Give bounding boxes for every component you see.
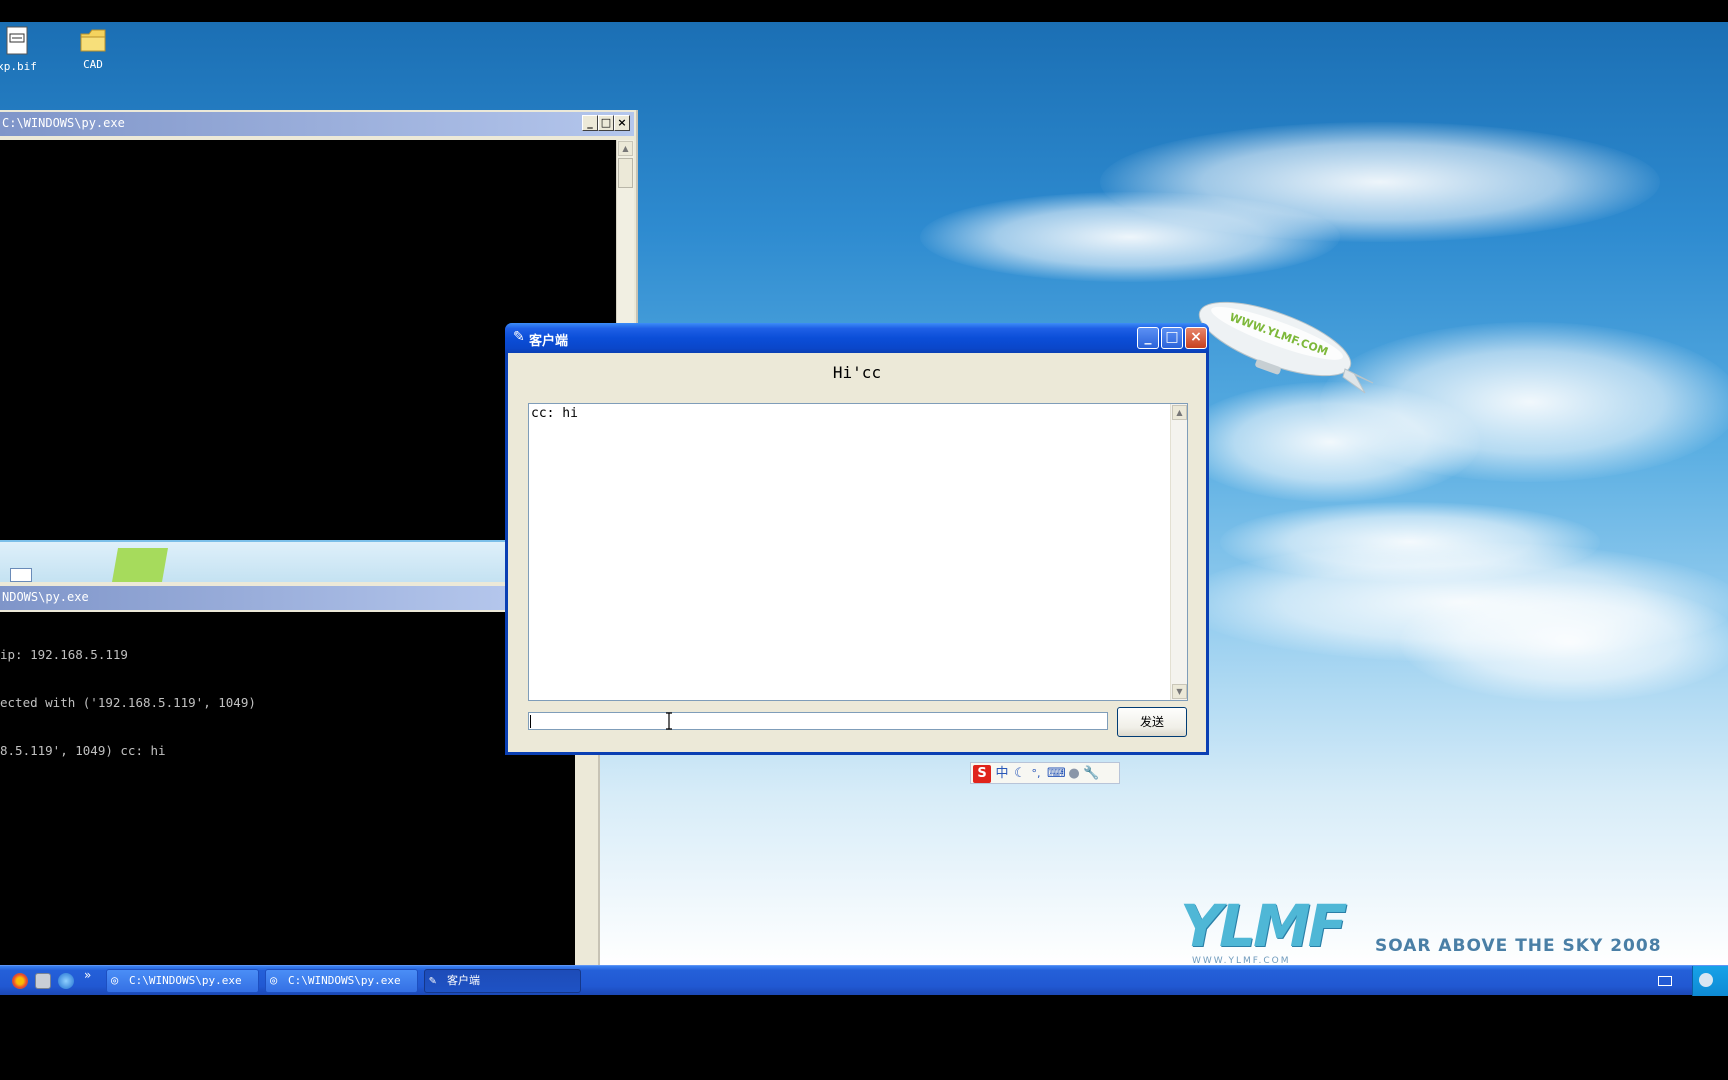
taskbar-button-label: 客户端 <box>447 974 480 987</box>
taskbar-button-py-exe-2[interactable]: ◎ C:\WINDOWS\py.exe <box>265 969 418 993</box>
console-line: ip: 192.168.5.119 <box>0 647 128 662</box>
logo-brand: YLMF <box>1180 892 1347 960</box>
keyboard-icon[interactable]: ⌨ <box>1047 765 1066 783</box>
desktop-icon-cad[interactable]: CAD <box>58 26 128 71</box>
moon-icon[interactable]: ☾ <box>1013 765 1027 783</box>
blimp-image: WWW.YLMF.COM <box>1198 301 1374 394</box>
console-bottom-output[interactable]: ip: 192.168.5.119 ected with ('192.168.5… <box>0 612 575 965</box>
window-icon <box>10 568 32 582</box>
ime-toolbar: S 中 ☾ °, ⌨ ● 🔧 <box>970 762 1120 784</box>
console-bottom-titlebar[interactable]: NDOWS\py.exe <box>0 586 505 610</box>
taskbar-button-label: C:\WINDOWS\py.exe <box>288 974 401 987</box>
taskbar: » ◎ C:\WINDOWS\py.exe ◎ C:\WINDOWS\py.ex… <box>0 965 1728 996</box>
client-title: 客户端 <box>529 334 569 349</box>
client-titlebar[interactable]: ✎ 客户端 _ □ × <box>505 323 1209 353</box>
client-body: Hi'cc cc: hi ▲ ▼ 发送 <box>508 353 1206 752</box>
ime-punct[interactable]: °, <box>1029 765 1043 783</box>
client-window: ✎ 客户端 _ □ × Hi'cc cc: hi ▲ ▼ 发送 <box>505 323 1209 755</box>
console-icon: ◎ <box>270 973 278 987</box>
message-input[interactable] <box>528 712 1108 730</box>
cloud <box>1400 582 1728 702</box>
console-bottom-title: NDOWS\py.exe <box>2 590 89 604</box>
user-icon[interactable]: ● <box>1067 765 1081 783</box>
cloud <box>1180 382 1480 502</box>
maximize-button[interactable]: □ <box>598 115 614 131</box>
ime-mode[interactable]: 中 <box>993 765 1011 783</box>
send-button[interactable]: 发送 <box>1117 707 1187 737</box>
text-cursor-icon <box>666 712 672 730</box>
console-line: ected with ('192.168.5.119', 1049) <box>0 695 256 710</box>
console-icon: ◎ <box>111 973 119 987</box>
taskbar-button-py-exe-1[interactable]: ◎ C:\WINDOWS\py.exe <box>106 969 259 993</box>
console-top-title: C:\WINDOWS\py.exe <box>2 116 125 130</box>
green-graphic <box>112 548 168 582</box>
system-tray[interactable] <box>1692 966 1728 996</box>
maximize-button[interactable]: □ <box>1161 327 1183 349</box>
logo-tagline: SOAR ABOVE THE SKY 2008 <box>1375 936 1662 956</box>
chat-log[interactable]: cc: hi ▲ ▼ <box>528 403 1188 701</box>
close-button[interactable]: × <box>614 115 630 131</box>
chrome-icon[interactable] <box>12 973 28 989</box>
scroll-up-arrow[interactable]: ▲ <box>1172 405 1187 420</box>
greeting-label: Hi'cc <box>832 363 882 382</box>
wrench-icon[interactable]: 🔧 <box>1083 765 1099 783</box>
desktop-icon-label: CAD <box>83 58 103 71</box>
screen: xp.bif CAD WWW.YLMF.COM YLMF SOAR ABOVE … <box>0 0 1728 1080</box>
taskbar-button-client[interactable]: ✎ 客户端 <box>424 969 581 993</box>
chat-log-scrollbar[interactable]: ▲ ▼ <box>1170 404 1187 700</box>
desktop-icon-xp-bif[interactable]: xp.bif <box>0 26 52 73</box>
scroll-up-arrow[interactable]: ▲ <box>618 141 633 156</box>
text-caret <box>530 715 531 728</box>
feather-icon: ✎ <box>429 973 437 987</box>
logo-url: WWW.YLMF.COM <box>1192 956 1291 965</box>
chat-log-text: cc: hi <box>531 406 578 421</box>
folder-icon <box>80 29 106 52</box>
console-line: 8.5.119', 1049) cc: hi <box>0 743 166 758</box>
ylmf-logo: YLMF SOAR ABOVE THE SKY 2008 WWW.YLMF.CO… <box>1180 892 1720 965</box>
close-button[interactable]: × <box>1185 327 1207 349</box>
quicklaunch-overflow-icon[interactable]: » <box>84 968 91 982</box>
scroll-thumb[interactable] <box>618 158 633 188</box>
show-desktop-icon[interactable] <box>35 973 51 989</box>
desktop-icon-label: xp.bif <box>0 60 37 73</box>
taskbar-button-label: C:\WINDOWS\py.exe <box>129 974 242 987</box>
scroll-down-arrow[interactable]: ▼ <box>1172 684 1187 699</box>
cloud <box>920 192 1340 282</box>
console-top-titlebar[interactable]: C:\WINDOWS\py.exe _ □ × <box>0 112 634 136</box>
keyboard-tray-icon[interactable] <box>1658 976 1672 986</box>
ie-icon[interactable] <box>58 973 74 989</box>
minimize-button[interactable]: _ <box>1137 327 1159 349</box>
minimize-button[interactable]: _ <box>582 115 598 131</box>
document-icon <box>6 26 28 55</box>
network-tray-icon[interactable] <box>1699 973 1713 987</box>
feather-icon: ✎ <box>513 329 525 345</box>
ime-logo[interactable]: S <box>973 765 991 783</box>
